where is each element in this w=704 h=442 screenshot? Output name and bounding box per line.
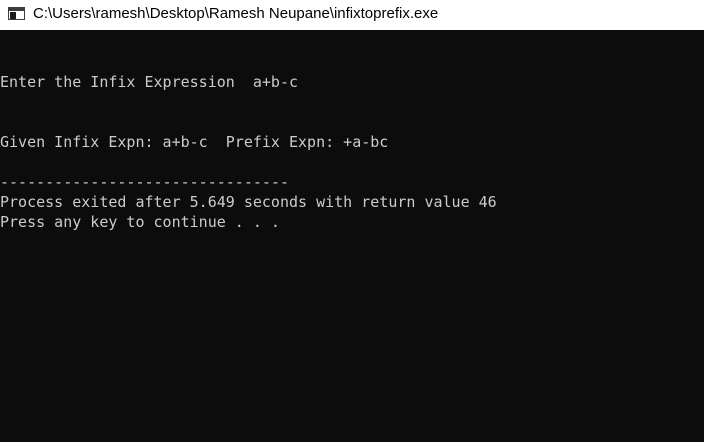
title-bar[interactable]: C:\Users\ramesh\Desktop\Ramesh Neupane\i… xyxy=(0,0,704,30)
console-output[interactable]: Enter the Infix Expression a+b-c Given I… xyxy=(0,30,704,442)
console-window-icon[interactable] xyxy=(8,7,25,20)
console-result-line: Given Infix Expn: a+b-c Prefix Expn: +a-… xyxy=(0,133,389,151)
console-separator-line: -------------------------------- xyxy=(0,173,289,191)
console-exit-line: Process exited after 5.649 seconds with … xyxy=(0,193,497,211)
console-prompt-line: Enter the Infix Expression a+b-c xyxy=(0,73,299,91)
console-continue-line: Press any key to continue . . . xyxy=(0,213,280,231)
console-window: C:\Users\ramesh\Desktop\Ramesh Neupane\i… xyxy=(0,0,704,442)
window-title: C:\Users\ramesh\Desktop\Ramesh Neupane\i… xyxy=(33,5,439,22)
